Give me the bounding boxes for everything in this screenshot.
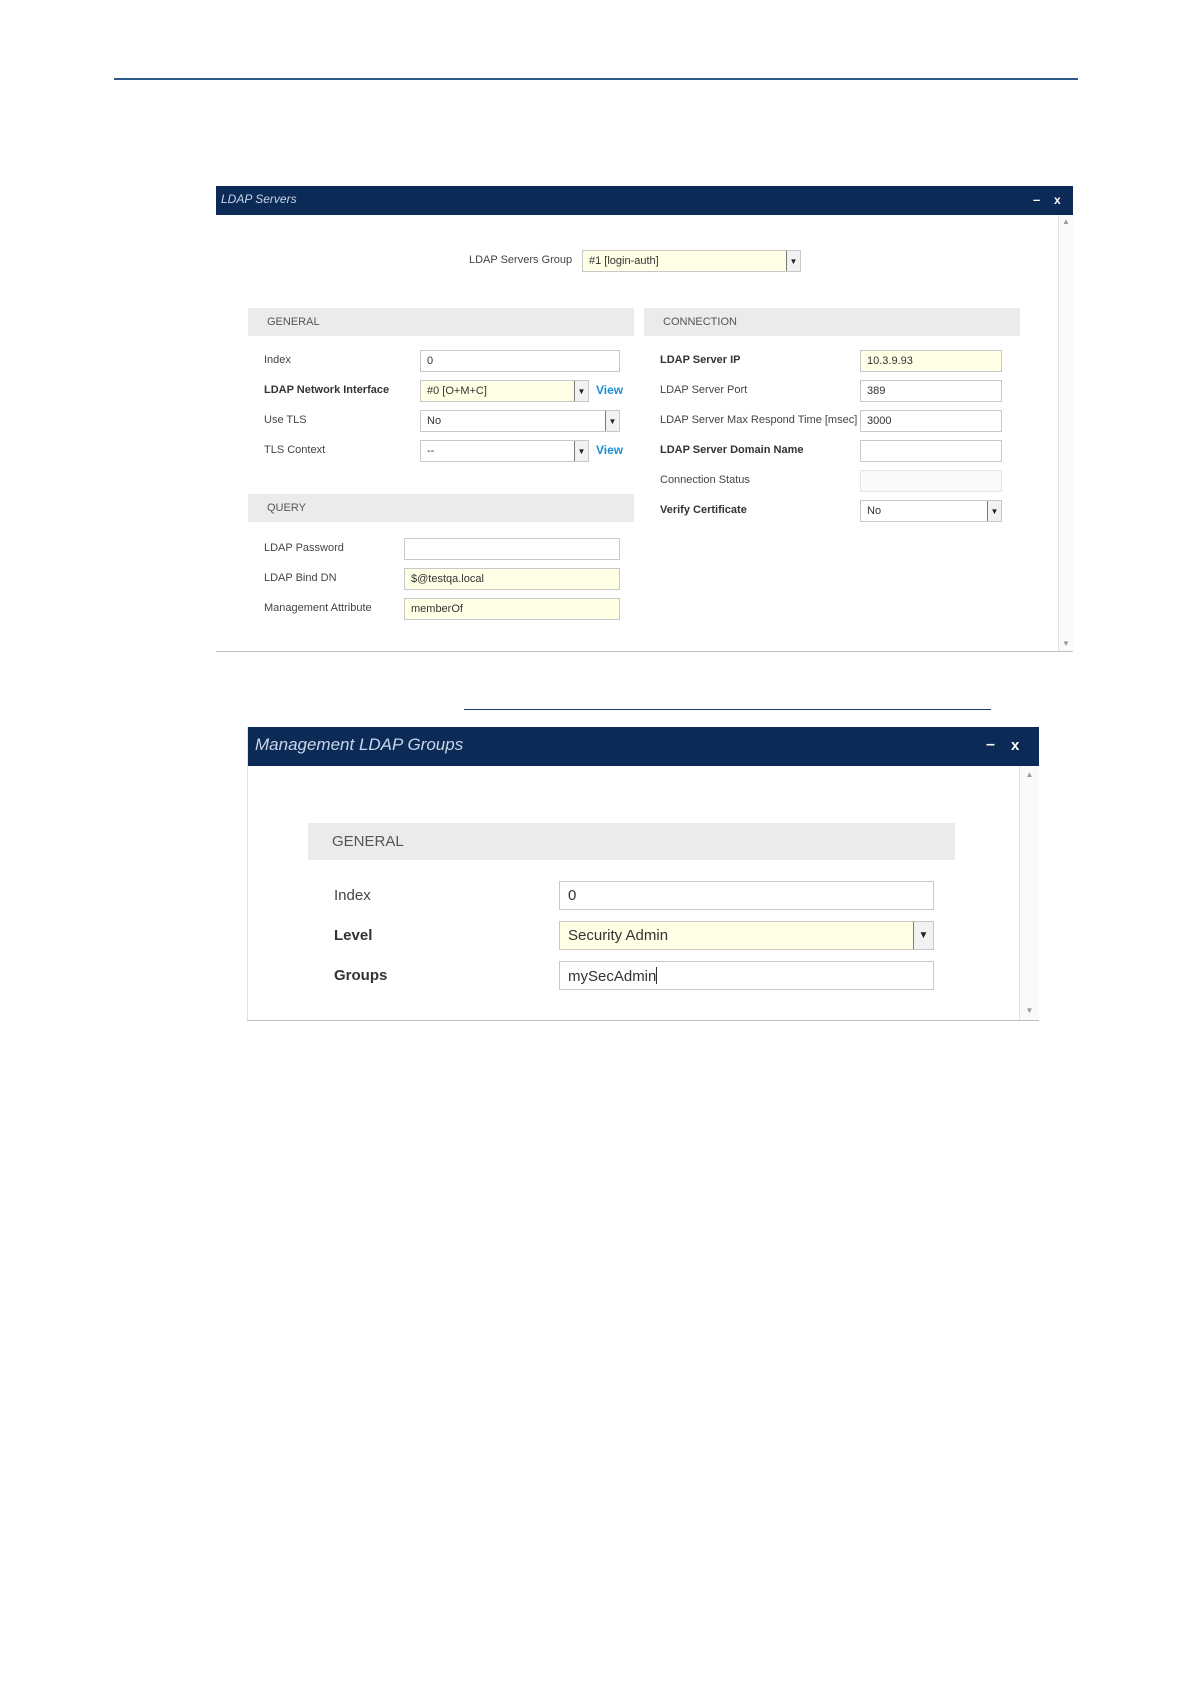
minimize-icon[interactable]: – xyxy=(1033,192,1040,207)
management-attribute-label: Management Attribute xyxy=(264,602,372,614)
tls-context-select[interactable]: -- ▼ xyxy=(420,440,589,462)
server-port-input[interactable]: 389 xyxy=(860,380,1002,402)
servers-group-select[interactable]: #1 [login-auth] ▼ xyxy=(582,250,801,272)
ldap-groups-titlebar[interactable]: Management LDAP Groups – x xyxy=(248,727,1039,766)
ldap-groups-dialog: Management LDAP Groups – x ▲ ▼ GENERAL I… xyxy=(247,727,1039,1021)
groups-label: Groups xyxy=(334,967,388,984)
index-label: Index xyxy=(334,887,371,904)
groups-input[interactable]: mySecAdmin xyxy=(559,961,934,990)
verify-certificate-label: Verify Certificate xyxy=(660,504,747,516)
level-value: Security Admin xyxy=(568,927,669,944)
index-input[interactable]: 0 xyxy=(559,881,934,910)
general-section-header: GENERAL xyxy=(248,308,634,336)
network-interface-view-link[interactable]: View xyxy=(596,383,623,397)
scroll-up-icon[interactable]: ▲ xyxy=(1020,770,1039,780)
use-tls-value: No xyxy=(427,415,442,427)
index-label: Index xyxy=(264,354,291,366)
text-cursor xyxy=(656,967,658,984)
level-select[interactable]: Security Admin ▼ xyxy=(559,921,934,950)
connection-status-label: Connection Status xyxy=(660,474,750,486)
bind-dn-label: LDAP Bind DN xyxy=(264,572,337,584)
use-tls-label: Use TLS xyxy=(264,414,307,426)
general-section-header: GENERAL xyxy=(308,823,955,860)
index-input[interactable]: 0 xyxy=(420,350,620,372)
chevron-down-icon[interactable]: ▼ xyxy=(574,441,588,461)
connection-status-field xyxy=(860,470,1002,492)
server-ip-label: LDAP Server IP xyxy=(660,354,741,366)
network-interface-label: LDAP Network Interface xyxy=(264,384,390,396)
tls-context-value: -- xyxy=(427,445,435,457)
dialog-title: Management LDAP Groups xyxy=(255,735,464,754)
bind-dn-input[interactable]: $@testqa.local xyxy=(404,568,620,590)
level-label: Level xyxy=(334,927,373,944)
use-tls-select[interactable]: No ▼ xyxy=(420,410,620,432)
domain-name-input[interactable] xyxy=(860,440,1002,462)
ldap-servers-dialog: LDAP Servers – x ▲ ▼ LDAP Servers Group … xyxy=(216,186,1073,652)
chevron-down-icon[interactable]: ▼ xyxy=(786,251,800,271)
server-ip-input[interactable]: 10.3.9.93 xyxy=(860,350,1002,372)
verify-certificate-select[interactable]: No ▼ xyxy=(860,500,1002,522)
scroll-down-icon[interactable]: ▼ xyxy=(1020,1006,1039,1016)
chevron-down-icon[interactable]: ▼ xyxy=(913,922,933,949)
domain-name-label: LDAP Server Domain Name xyxy=(660,444,804,456)
network-interface-select[interactable]: #0 [O+M+C] ▼ xyxy=(420,380,589,402)
chevron-down-icon[interactable]: ▼ xyxy=(605,411,619,431)
page-header-rule xyxy=(114,78,1078,80)
servers-group-label: LDAP Servers Group xyxy=(469,254,573,266)
tls-context-view-link[interactable]: View xyxy=(596,443,623,457)
ldap-servers-titlebar[interactable]: LDAP Servers – x xyxy=(216,186,1073,215)
query-section-header: QUERY xyxy=(248,494,634,522)
server-port-label: LDAP Server Port xyxy=(660,384,748,396)
verify-certificate-value: No xyxy=(867,505,882,517)
servers-group-value: #1 [login-auth] xyxy=(589,255,659,267)
scroll-up-icon[interactable]: ▲ xyxy=(1059,217,1073,227)
network-interface-value: #0 [O+M+C] xyxy=(427,385,487,397)
max-respond-time-input[interactable]: 3000 xyxy=(860,410,1002,432)
vertical-scrollbar[interactable]: ▲ ▼ xyxy=(1019,766,1039,1020)
close-icon[interactable]: x xyxy=(1011,737,1019,754)
close-icon[interactable]: x xyxy=(1054,193,1061,207)
connection-section-header: CONNECTION xyxy=(644,308,1020,336)
chevron-down-icon[interactable]: ▼ xyxy=(987,501,1001,521)
dialog-title: LDAP Servers xyxy=(221,192,297,206)
management-attribute-input[interactable]: memberOf xyxy=(404,598,620,620)
link-underline-rule xyxy=(464,709,991,710)
vertical-scrollbar[interactable]: ▲ ▼ xyxy=(1058,215,1073,651)
tls-context-label: TLS Context xyxy=(264,444,326,456)
minimize-icon[interactable]: – xyxy=(986,736,995,754)
ldap-password-label: LDAP Password xyxy=(264,542,344,554)
max-respond-time-label: LDAP Server Max Respond Time [msec] xyxy=(660,414,858,426)
scroll-down-icon[interactable]: ▼ xyxy=(1059,639,1073,649)
groups-value: mySecAdmin xyxy=(568,968,657,985)
chevron-down-icon[interactable]: ▼ xyxy=(574,381,588,401)
ldap-password-input[interactable] xyxy=(404,538,620,560)
